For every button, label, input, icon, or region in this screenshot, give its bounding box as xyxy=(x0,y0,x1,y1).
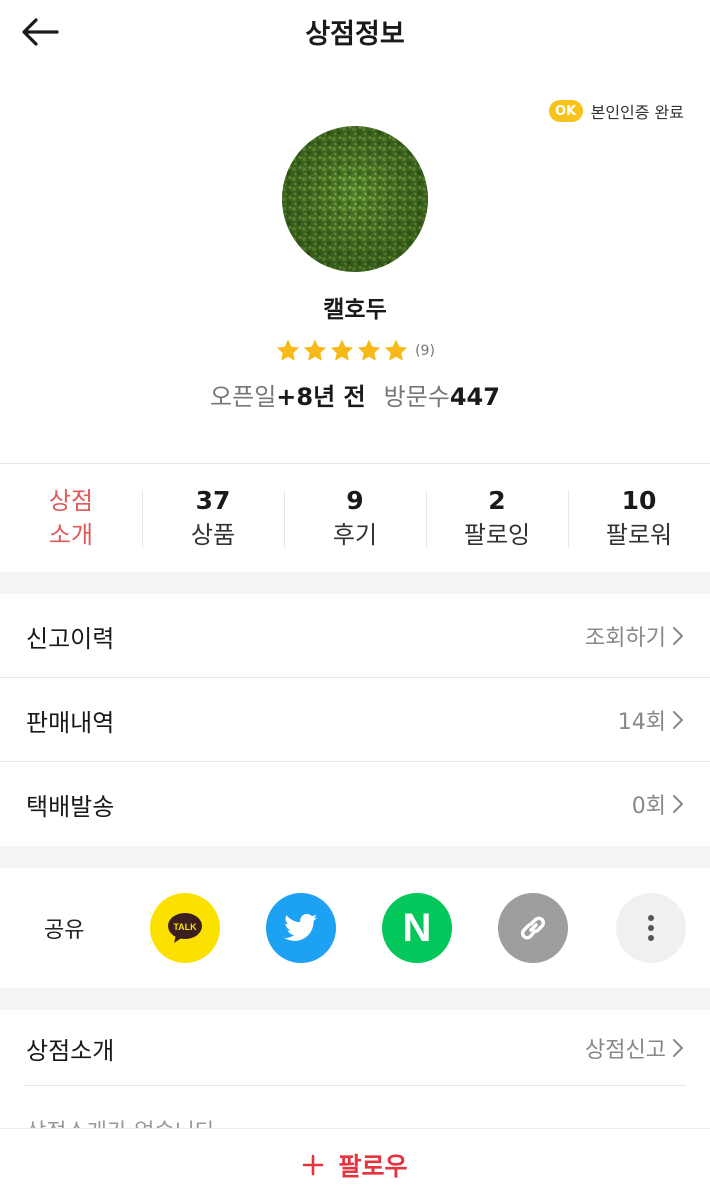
tab-products[interactable]: 37 상품 xyxy=(142,464,284,572)
verification-status: OK 본인인증 완료 xyxy=(548,99,684,123)
sales-history-label: 판매내역 xyxy=(26,708,115,737)
chevron-right-icon xyxy=(673,795,683,813)
more-vertical-icon xyxy=(648,915,654,941)
shop-rating: (9) xyxy=(0,338,710,364)
report-shop-label: 상점신고 xyxy=(585,1038,666,1063)
chevron-right-icon xyxy=(673,711,683,729)
products-count: 37 xyxy=(195,486,231,515)
section-gap xyxy=(0,572,710,594)
rating-count: (9) xyxy=(415,343,435,359)
tab-shop-intro[interactable]: 상점 소개 xyxy=(0,464,142,572)
followers-count: 10 xyxy=(621,486,657,515)
following-count: 2 xyxy=(488,486,506,515)
star-icon xyxy=(276,339,300,361)
verification-text: 본인인증 완료 xyxy=(590,103,684,122)
kakaotalk-text: TALK xyxy=(173,922,197,932)
shop-meta: 오픈일+8년 전 방문수447 xyxy=(0,377,710,412)
ok-badge: OK xyxy=(548,100,583,122)
share-section: 공유 TALK N xyxy=(0,868,710,988)
parcel-shipping-row[interactable]: 택배발송 0회 xyxy=(0,762,710,846)
kakaotalk-icon: TALK xyxy=(168,913,202,943)
section-gap xyxy=(0,988,710,1010)
share-label: 공유 xyxy=(44,918,85,943)
report-shop-link[interactable]: 상점신고 xyxy=(585,1032,684,1064)
report-history-row[interactable]: 신고이력 조회하기 xyxy=(0,594,710,678)
visits-value: 447 xyxy=(449,383,500,411)
star-icon xyxy=(303,339,327,361)
tab-following[interactable]: 2 팔로잉 xyxy=(426,464,568,572)
visits-label: 방문수 xyxy=(383,383,450,411)
star-icon xyxy=(330,339,354,361)
parcel-shipping-value: 0회 xyxy=(631,794,666,819)
naver-icon: N xyxy=(402,906,432,950)
shop-intro-header: 상점소개 상점신고 xyxy=(0,1010,710,1086)
rating-stars xyxy=(275,338,409,364)
followers-label: 팔로워 xyxy=(605,521,673,549)
top-bar: 상점정보 xyxy=(0,0,710,64)
avatar-image xyxy=(282,126,428,272)
tab-reviews[interactable]: 9 후기 xyxy=(284,464,426,572)
twitter-icon xyxy=(284,914,318,941)
link-icon xyxy=(520,916,546,940)
open-label: 오픈일 xyxy=(210,383,277,411)
tab-shop-intro-line2: 소개 xyxy=(48,521,94,549)
report-history-label: 신고이력 xyxy=(26,624,115,653)
star-icon xyxy=(357,339,381,361)
section-gap xyxy=(0,846,710,868)
sales-history-row[interactable]: 판매내역 14회 xyxy=(0,678,710,762)
following-label: 팔로잉 xyxy=(463,521,531,549)
star-icon xyxy=(384,339,408,361)
open-value: +8년 전 xyxy=(276,383,366,411)
chevron-right-icon xyxy=(673,1039,683,1057)
divider xyxy=(24,1085,686,1086)
share-naver-button[interactable]: N xyxy=(382,893,452,963)
chevron-right-icon xyxy=(673,627,683,645)
plus-icon xyxy=(303,1154,324,1175)
share-twitter-button[interactable] xyxy=(266,893,336,963)
parcel-shipping-label: 택배발송 xyxy=(26,792,115,821)
copy-link-button[interactable] xyxy=(498,893,568,963)
shop-avatar[interactable] xyxy=(282,126,428,272)
tab-followers[interactable]: 10 팔로워 xyxy=(568,464,710,572)
page-title: 상점정보 xyxy=(305,19,405,50)
shop-name: 캘호두 xyxy=(323,297,387,323)
sales-history-value: 14회 xyxy=(617,710,666,735)
shop-intro-label: 상점소개 xyxy=(26,1036,115,1065)
tab-shop-intro-line1: 상점 xyxy=(48,487,94,515)
follow-button[interactable]: 팔로우 xyxy=(0,1128,710,1200)
share-kakaotalk-button[interactable]: TALK xyxy=(150,893,220,963)
reviews-label: 후기 xyxy=(332,521,378,549)
follow-label: 팔로우 xyxy=(338,1151,408,1181)
report-history-value: 조회하기 xyxy=(585,626,666,651)
more-options-button[interactable] xyxy=(616,893,686,963)
shop-stats: 상점 소개 37 상품 9 후기 2 팔로잉 10 팔로워 xyxy=(0,464,710,572)
reviews-count: 9 xyxy=(346,486,364,515)
products-label: 상품 xyxy=(190,521,236,549)
